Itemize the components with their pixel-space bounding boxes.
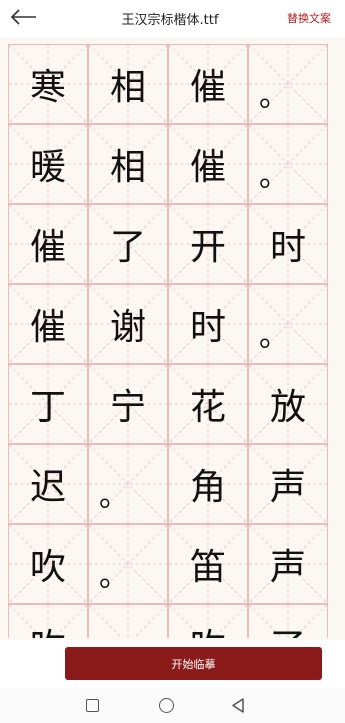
grid-cell: 角: [168, 444, 248, 524]
grid-character: 丁: [29, 387, 66, 428]
grid-character: 宁: [109, 387, 146, 428]
grid-cell: 声: [248, 524, 328, 604]
grid-cell: 催: [8, 204, 88, 284]
grid-cell: 。: [88, 524, 168, 604]
grid-character: 时: [269, 227, 306, 268]
grid-character: 暖: [29, 147, 66, 188]
grid-cell: 暖: [8, 124, 88, 204]
page-title: 王汉宗标楷体.ttf: [121, 13, 219, 28]
square-icon[interactable]: [86, 699, 99, 712]
grid-character: 。: [99, 479, 129, 514]
grid-character: 了: [109, 227, 146, 268]
grid-cell: 宁: [88, 364, 168, 444]
grid-cell: 吹: [168, 604, 248, 638]
back-button[interactable]: [8, 5, 40, 29]
grid-cell: 催: [168, 44, 248, 124]
grid-character: 声: [269, 467, 306, 508]
grid-cell: 。: [248, 284, 328, 364]
grid-character: 催: [29, 307, 66, 348]
grid-cell: 谢: [88, 284, 168, 364]
grid-character: 催: [189, 67, 226, 108]
grid-cell: 吹: [8, 524, 88, 604]
arrow-left-icon: [10, 9, 36, 25]
grid-cell: 迟: [8, 444, 88, 524]
grid-cell: 催: [8, 284, 88, 364]
grid-cell: 了: [248, 604, 328, 638]
grid-cell: 催: [168, 124, 248, 204]
grid-cell: 。: [88, 444, 168, 524]
grid-cell: 花: [168, 364, 248, 444]
grid-cell: 时: [248, 204, 328, 284]
grid-character: 迟: [29, 467, 66, 508]
grid-character: 。: [99, 559, 129, 594]
grid-character: 放: [269, 387, 306, 428]
grid-cell: 丁: [8, 364, 88, 444]
grid-character: [89, 605, 167, 638]
grid-character: 相: [109, 147, 146, 188]
grid-character: 催: [29, 227, 66, 268]
practice-grid: 寒相催。暖相催。催了开时催谢时。丁宁花放迟。角声吹。笛声吹吹了: [8, 44, 331, 638]
grid-cell: 时: [168, 284, 248, 364]
grid-character: 了: [249, 605, 327, 638]
grid-character: 谢: [109, 307, 146, 348]
grid-character: 。: [259, 159, 289, 194]
practice-grid-area[interactable]: 寒相催。暖相催。催了开时催谢时。丁宁花放迟。角声吹。笛声吹吹了: [8, 44, 331, 638]
grid-cell: [88, 604, 168, 638]
grid-cell: 。: [248, 124, 328, 204]
grid-cell: 声: [248, 444, 328, 524]
triangle-back-icon[interactable]: [230, 697, 246, 714]
start-copying-button[interactable]: 开始临摹: [65, 647, 322, 680]
grid-character: 。: [259, 319, 289, 354]
grid-character: 催: [189, 147, 226, 188]
grid-character: 寒: [29, 67, 66, 108]
grid-cell: 相: [88, 44, 168, 124]
grid-character: 开: [189, 227, 226, 268]
grid-character: 角: [189, 467, 226, 508]
grid-cell: 了: [88, 204, 168, 284]
grid-character: 吹: [9, 605, 87, 638]
grid-character: 。: [259, 79, 289, 114]
grid-character: 吹: [169, 605, 247, 638]
grid-character: 声: [269, 547, 306, 588]
grid-cell: 寒: [8, 44, 88, 124]
circle-icon[interactable]: [159, 698, 174, 713]
grid-cell: 开: [168, 204, 248, 284]
replace-text-button[interactable]: 替换文案: [287, 10, 331, 26]
grid-character: 吹: [29, 547, 66, 588]
grid-cell: 吹: [8, 604, 88, 638]
top-bar: 王汉宗标楷体.ttf 替换文案: [0, 0, 345, 38]
grid-character: 笛: [189, 547, 226, 588]
grid-cell: 笛: [168, 524, 248, 604]
grid-cell: 。: [248, 44, 328, 124]
grid-character: 花: [189, 387, 226, 428]
grid-cell: 放: [248, 364, 328, 444]
grid-character: 相: [109, 67, 146, 108]
grid-character: 时: [189, 307, 226, 348]
grid-cell: 相: [88, 124, 168, 204]
